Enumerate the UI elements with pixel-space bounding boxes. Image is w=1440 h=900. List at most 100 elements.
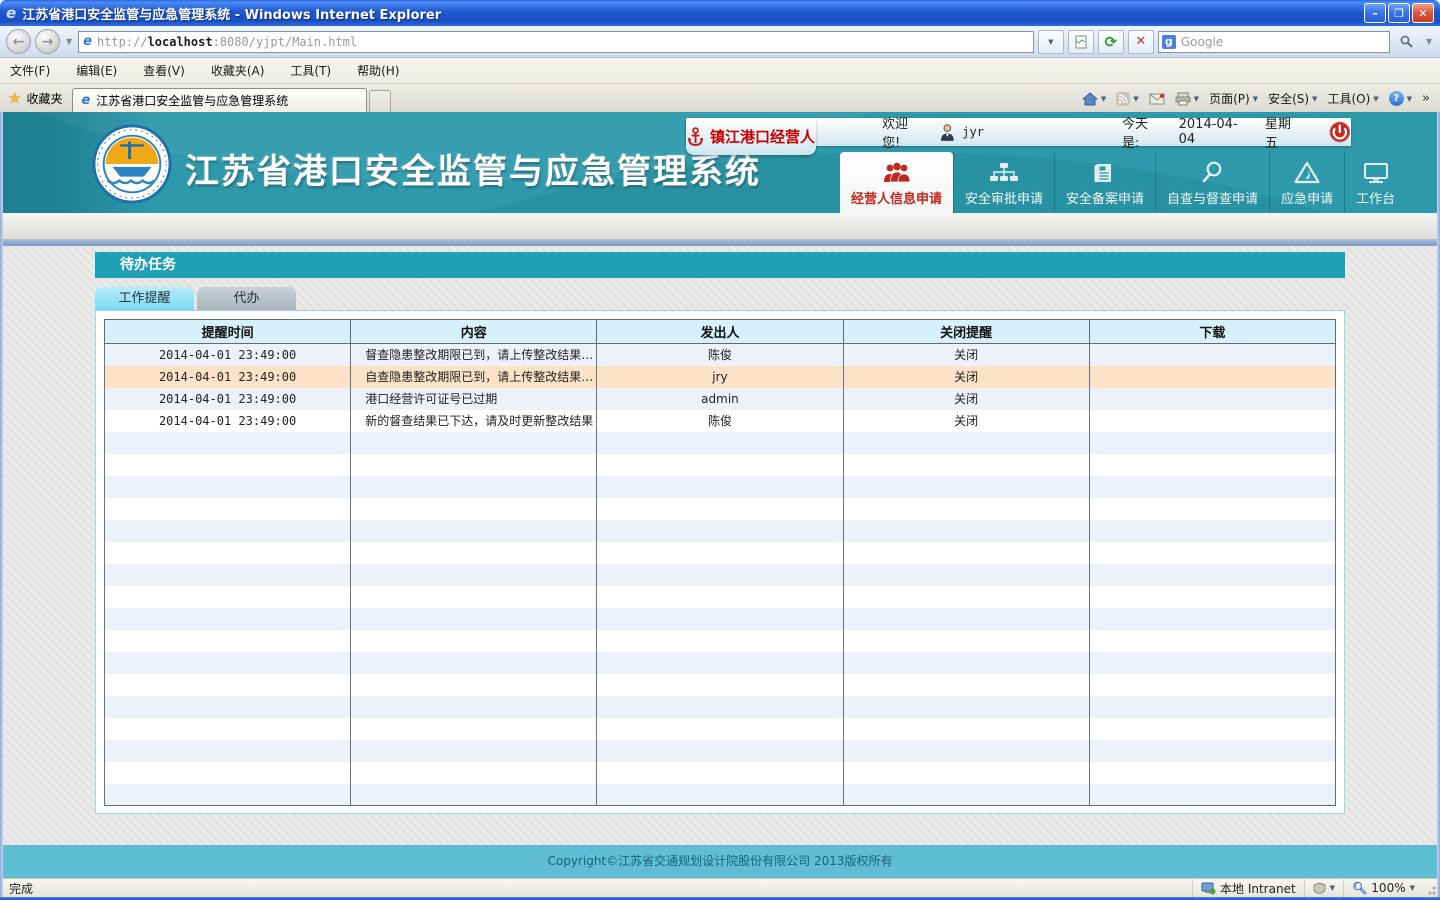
safety-menu-button[interactable]: 安全(S)▼ — [1268, 90, 1317, 107]
close-reminder-link[interactable]: 关闭 — [954, 414, 978, 428]
empty-table-row — [105, 432, 1336, 454]
close-reminder-link[interactable]: 关闭 — [954, 392, 978, 406]
menu-view[interactable]: 查看(V) — [143, 62, 185, 79]
username: jyr — [962, 125, 984, 139]
stop-button[interactable]: ✕ — [1128, 30, 1154, 54]
page-favicon-icon: e — [83, 34, 92, 49]
menu-help[interactable]: 帮助(H) — [357, 62, 399, 79]
home-button[interactable]: ▼ — [1082, 92, 1106, 106]
menu-file[interactable]: 文件(F) — [10, 62, 50, 79]
compatibility-view-button[interactable] — [1068, 30, 1094, 54]
page-viewport: 江苏省港口安全监管与应急管理系统 镇江港口经营人 欢迎您! jyr 今天是: 2 — [3, 112, 1437, 878]
home-icon — [1082, 92, 1098, 106]
empty-table-row — [105, 608, 1336, 630]
overflow-chevron-icon[interactable]: » — [1422, 91, 1430, 106]
cell-sender: jry — [597, 366, 843, 388]
cell-content: 督查隐患整改期限已到，请上传整改结果… — [351, 344, 597, 366]
table-row: 2014-04-01 23:49:00 新的督查结果已下达，请及时更新整改结果 … — [105, 410, 1336, 432]
cell-time: 2014-04-01 23:49:00 — [105, 388, 351, 410]
protected-mode-button[interactable]: ▼ — [1304, 879, 1343, 897]
site-header: 江苏省港口安全监管与应急管理系统 镇江港口经营人 欢迎您! jyr 今天是: 2 — [3, 112, 1437, 213]
tab-bar: ★ 收藏夹 e 江苏省港口安全监管与应急管理系统 ▼ ▼ — [0, 84, 1440, 112]
tab-title: 江苏省港口安全监管与应急管理系统 — [96, 92, 288, 109]
empty-table-row — [105, 520, 1336, 542]
cell-content: 自查隐患整改期限已到，请上传整改结果… — [351, 366, 597, 388]
resize-grip[interactable] — [1423, 879, 1437, 897]
tab-favicon-icon: e — [81, 93, 90, 108]
empty-table-row — [105, 454, 1336, 476]
refresh-button[interactable]: ⟳ — [1098, 30, 1124, 54]
cell-download — [1089, 366, 1335, 388]
menu-tools[interactable]: 工具(T) — [290, 62, 331, 79]
zoom-level: 100% — [1371, 881, 1405, 895]
tools-menu-button[interactable]: 工具(O)▼ — [1327, 90, 1378, 107]
help-icon: ? — [1389, 91, 1404, 106]
nav-operator-info[interactable]: 经营人信息申请 — [840, 152, 953, 213]
ie-logo-icon: e — [6, 4, 16, 22]
url-path: :8080/yjpt/Main.html — [213, 35, 358, 49]
table-row: 2014-04-01 23:49:00 督查隐患整改期限已到，请上传整改结果… … — [105, 344, 1336, 366]
minimize-button[interactable]: – — [1364, 3, 1386, 23]
status-text: 完成 — [3, 880, 1192, 897]
url-host: localhost — [148, 35, 213, 49]
google-icon: g — [1162, 35, 1176, 49]
empty-table-row — [105, 784, 1336, 806]
url-scheme: http:// — [97, 35, 148, 49]
close-button[interactable]: ✕ — [1412, 3, 1434, 23]
cell-download — [1089, 410, 1335, 432]
feeds-button[interactable]: ▼ — [1116, 92, 1138, 106]
cell-download — [1089, 344, 1335, 366]
zone-indicator: 本地 Intranet — [1192, 879, 1304, 897]
close-reminder-link[interactable]: 关闭 — [954, 348, 978, 362]
tab-work-reminder[interactable]: 工作提醒 — [95, 287, 194, 310]
col-content: 内容 — [351, 320, 597, 344]
restore-button[interactable]: ❐ — [1388, 3, 1410, 23]
title-bar: e 江苏省港口安全监管与应急管理系统 - Windows Internet Ex… — [0, 0, 1440, 26]
zoom-control[interactable]: 🔍︎ 100% ▼ — [1343, 879, 1423, 897]
cell-sender: admin — [597, 388, 843, 410]
ie-window: { "window": { "title": "江苏省港口安全监管与应急管理系统… — [0, 0, 1440, 900]
page-menu-button[interactable]: 页面(P)▼ — [1209, 90, 1258, 107]
empty-table-row — [105, 696, 1336, 718]
nav-workbench[interactable]: 工作台 — [1344, 152, 1406, 213]
print-button[interactable]: ▼ — [1175, 92, 1199, 106]
nav-safety-filing[interactable]: 安全备案申请 — [1054, 152, 1155, 213]
magnifier-icon — [1201, 160, 1225, 184]
table-row: 2014-04-01 23:49:00 港口经营许可证号已过期 admin 关闭 — [105, 388, 1336, 410]
cell-sender: 陈俊 — [597, 410, 843, 432]
page-tab[interactable]: e 江苏省港口安全监管与应急管理系统 — [72, 88, 367, 112]
search-dropdown-icon[interactable]: ▼ — [1426, 37, 1432, 46]
nav-safety-approval[interactable]: 安全审批申请 — [953, 152, 1054, 213]
people-icon — [881, 162, 913, 184]
cell-content: 新的督查结果已下达，请及时更新整改结果 — [351, 410, 597, 432]
logout-power-button[interactable] — [1329, 121, 1351, 143]
menu-edit[interactable]: 编辑(E) — [76, 62, 117, 79]
tab-todo[interactable]: 代办 — [197, 287, 296, 310]
search-button[interactable] — [1394, 30, 1420, 54]
nav-emergency[interactable]: 应急申请 — [1269, 152, 1344, 213]
warning-icon — [1294, 161, 1320, 184]
forward-button[interactable]: → — [35, 29, 60, 54]
zoom-icon: 🔍︎ — [1352, 881, 1367, 895]
menu-favorites[interactable]: 收藏夹(A) — [211, 62, 265, 79]
help-button[interactable]: ?▼ — [1389, 91, 1412, 106]
new-tab-button[interactable] — [369, 90, 391, 112]
main-nav: 经营人信息申请 安全审批申请 — [840, 152, 1437, 213]
nav-self-inspection[interactable]: 自查与督查申请 — [1155, 152, 1269, 213]
history-dropdown-icon[interactable]: ▼ — [66, 37, 72, 46]
back-button[interactable]: ← — [6, 29, 31, 54]
empty-table-row — [105, 762, 1336, 784]
empty-table-row — [105, 674, 1336, 696]
read-mail-button[interactable] — [1149, 93, 1165, 105]
col-sender: 发出人 — [597, 320, 843, 344]
close-reminder-link[interactable]: 关闭 — [954, 370, 978, 384]
search-box[interactable]: g — [1158, 31, 1390, 53]
rss-icon — [1116, 92, 1130, 106]
empty-table-row — [105, 652, 1336, 674]
search-input[interactable] — [1181, 35, 1386, 49]
address-bar[interactable]: e http://localhost:8080/yjpt/Main.html — [78, 31, 1034, 53]
intranet-computer-icon — [1201, 882, 1216, 895]
zone-label: 本地 Intranet — [1220, 880, 1296, 897]
address-dropdown-button[interactable]: ▼ — [1038, 30, 1064, 54]
favorites-button[interactable]: ★ 收藏夹 — [0, 89, 72, 112]
